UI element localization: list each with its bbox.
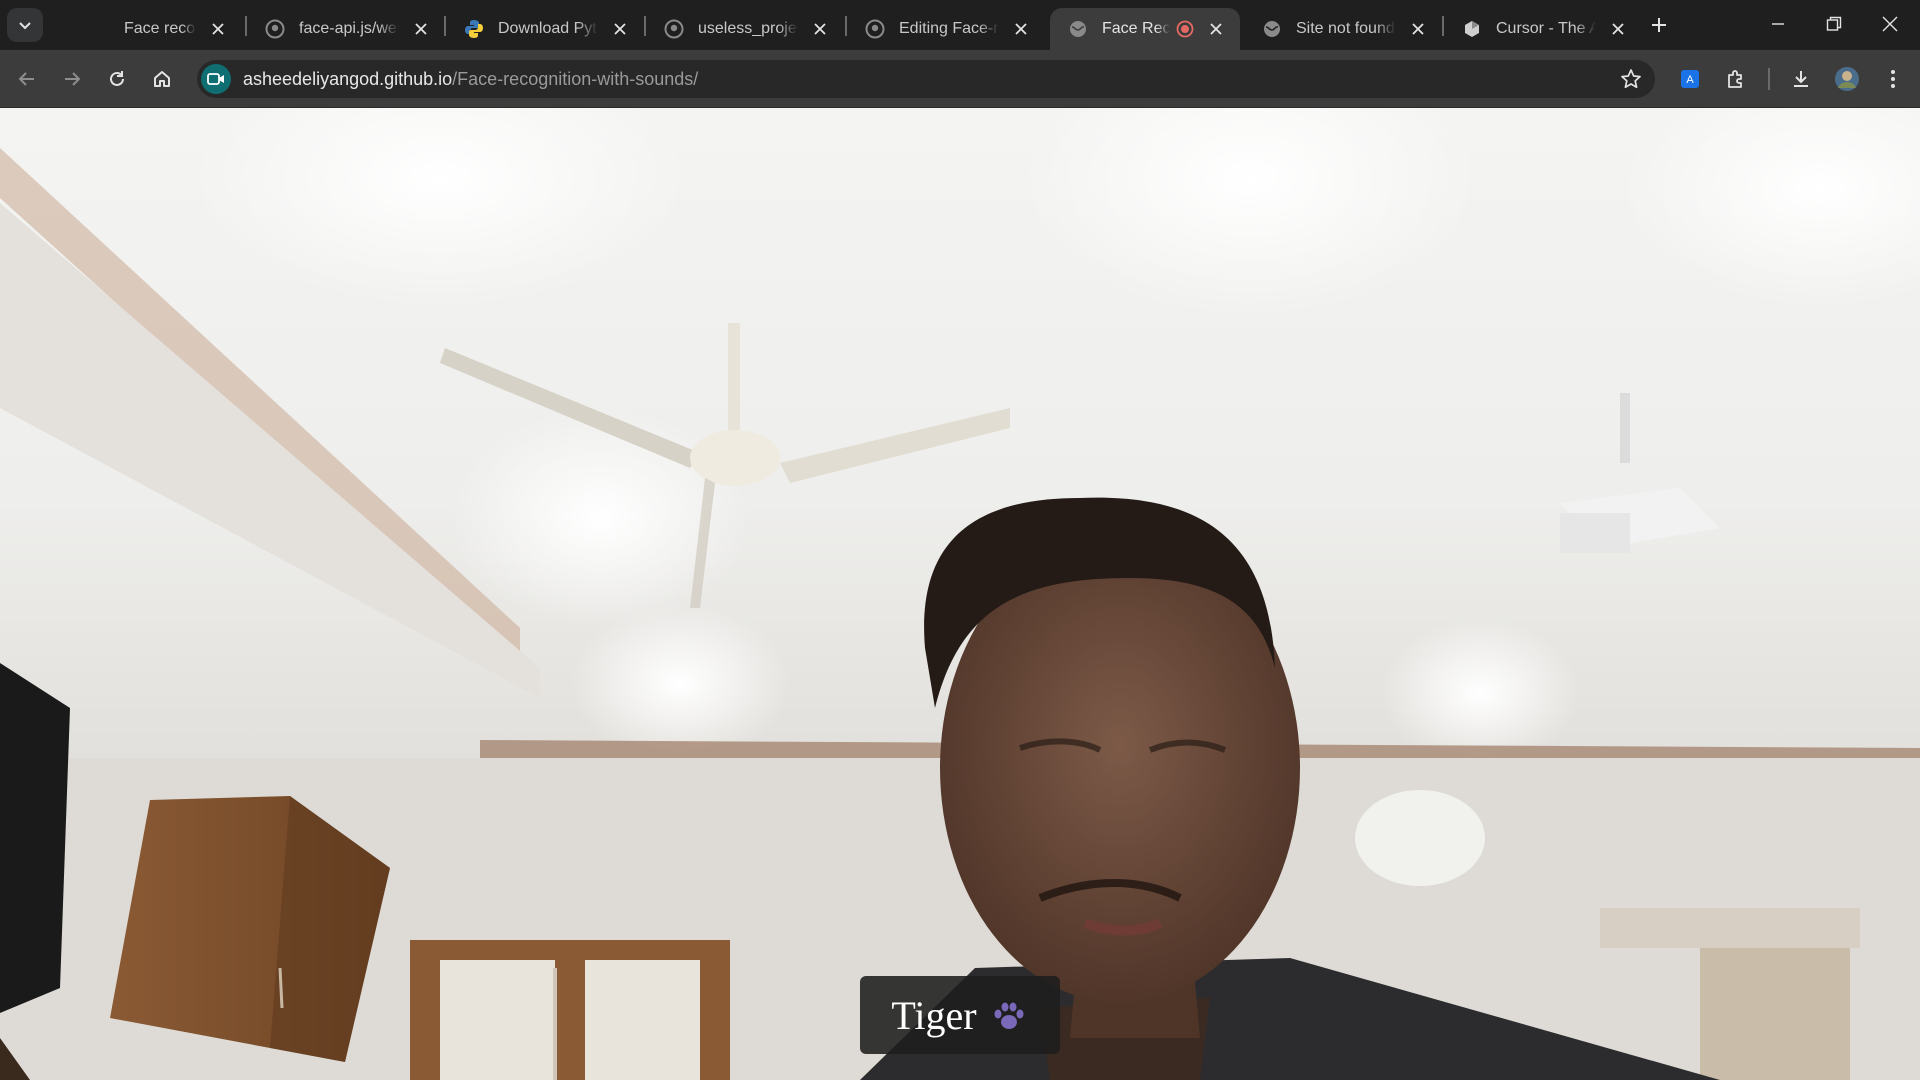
blank-icon	[90, 19, 110, 39]
globe-icon	[1068, 19, 1088, 39]
reload-icon	[110, 71, 124, 86]
webcam-video: Tiger	[0, 108, 1920, 1080]
svg-text:A: A	[1686, 74, 1694, 86]
restore-icon	[1826, 16, 1842, 31]
python-icon	[464, 19, 484, 39]
tab-face-api-weights[interactable]: face-api.js/weigh	[247, 8, 445, 50]
tab-title: Face Recogni	[1102, 20, 1170, 37]
close-tab-icon[interactable]	[810, 19, 830, 39]
tab-title: Face recognition	[124, 20, 196, 37]
github-icon	[865, 19, 885, 39]
tab-download-python[interactable]: Download Pytho	[446, 8, 644, 50]
downloads-button[interactable]	[1785, 63, 1817, 95]
download-icon	[1794, 71, 1808, 87]
plus-icon	[1652, 18, 1666, 32]
restore-button[interactable]	[1806, 5, 1862, 43]
tab-title: useless_project_t	[698, 20, 798, 37]
chevron-down-icon	[19, 22, 31, 30]
tab-search-button[interactable]	[7, 8, 43, 42]
arrow-right-icon	[65, 72, 81, 86]
avatar	[1835, 67, 1859, 91]
globe-icon	[1262, 19, 1282, 39]
close-icon	[1882, 16, 1898, 32]
extension-translate-button[interactable]: A	[1674, 63, 1706, 95]
url-path: /Face-recognition-with-sounds/	[452, 68, 699, 89]
detection-label-text: Tiger	[891, 992, 977, 1038]
toolbar-separator	[1768, 68, 1770, 90]
puzzle-icon	[1728, 70, 1742, 88]
close-tab-icon[interactable]	[1608, 19, 1628, 39]
profile-avatar[interactable]	[1831, 63, 1863, 95]
cursor-icon	[1462, 19, 1482, 39]
recording-icon	[1176, 20, 1194, 38]
home-button[interactable]	[146, 63, 178, 95]
kebab-menu-icon	[1891, 70, 1895, 88]
github-icon	[265, 19, 285, 39]
tab-site-not-found[interactable]: Site not found · G	[1244, 8, 1442, 50]
translate-extension-icon: A	[1681, 70, 1699, 88]
close-tab-icon[interactable]	[1011, 19, 1031, 39]
arrow-left-icon	[18, 72, 34, 86]
home-icon	[154, 71, 170, 87]
close-tab-icon[interactable]	[411, 19, 431, 39]
tab-cursor[interactable]: Cursor - The AI C	[1444, 8, 1642, 50]
tab-face-recognition-active[interactable]: Face Recogni	[1050, 8, 1240, 50]
new-tab-button[interactable]	[1646, 12, 1672, 38]
close-tab-icon[interactable]	[208, 19, 228, 39]
url-text: asheedeliyangod.github.io/Face-recogniti…	[243, 69, 698, 90]
close-tab-icon[interactable]	[610, 19, 630, 39]
menu-button[interactable]	[1877, 63, 1909, 95]
address-bar[interactable]: asheedeliyangod.github.io/Face-recogniti…	[197, 60, 1655, 98]
url-host: asheedeliyangod.github.io	[243, 68, 453, 89]
forward-button[interactable]	[56, 63, 88, 95]
close-tab-icon[interactable]	[1408, 19, 1428, 39]
detection-label: Tiger	[860, 976, 1060, 1054]
tab-face-recognition[interactable]: Face recognition	[72, 8, 242, 50]
tab-title: face-api.js/weigh	[299, 20, 399, 37]
reload-button[interactable]	[101, 63, 133, 95]
minimize-button[interactable]	[1750, 5, 1806, 43]
back-button[interactable]	[11, 63, 43, 95]
close-tab-icon[interactable]	[1206, 19, 1226, 39]
bookmark-star-icon[interactable]	[1619, 67, 1643, 91]
browser-toolbar: asheedeliyangod.github.io/Face-recogniti…	[0, 50, 1920, 108]
extensions-button[interactable]	[1720, 63, 1752, 95]
github-icon	[664, 19, 684, 39]
close-window-button[interactable]	[1862, 5, 1918, 43]
tab-editing-face-recognition[interactable]: Editing Face-reco	[847, 8, 1045, 50]
tab-title: Download Pytho	[498, 20, 598, 37]
tab-useless-project[interactable]: useless_project_t	[646, 8, 844, 50]
tab-strip: Face recognition face-api.js/weigh Downl…	[0, 0, 1920, 50]
camera-in-use-icon[interactable]	[201, 64, 231, 94]
minimize-icon	[1772, 23, 1784, 25]
tab-title: Site not found · G	[1296, 20, 1396, 37]
tab-title: Cursor - The AI C	[1496, 20, 1596, 37]
paw-icon	[994, 1002, 1024, 1029]
tab-title: Editing Face-reco	[899, 20, 999, 37]
webcam-frame-image	[0, 108, 1920, 1080]
